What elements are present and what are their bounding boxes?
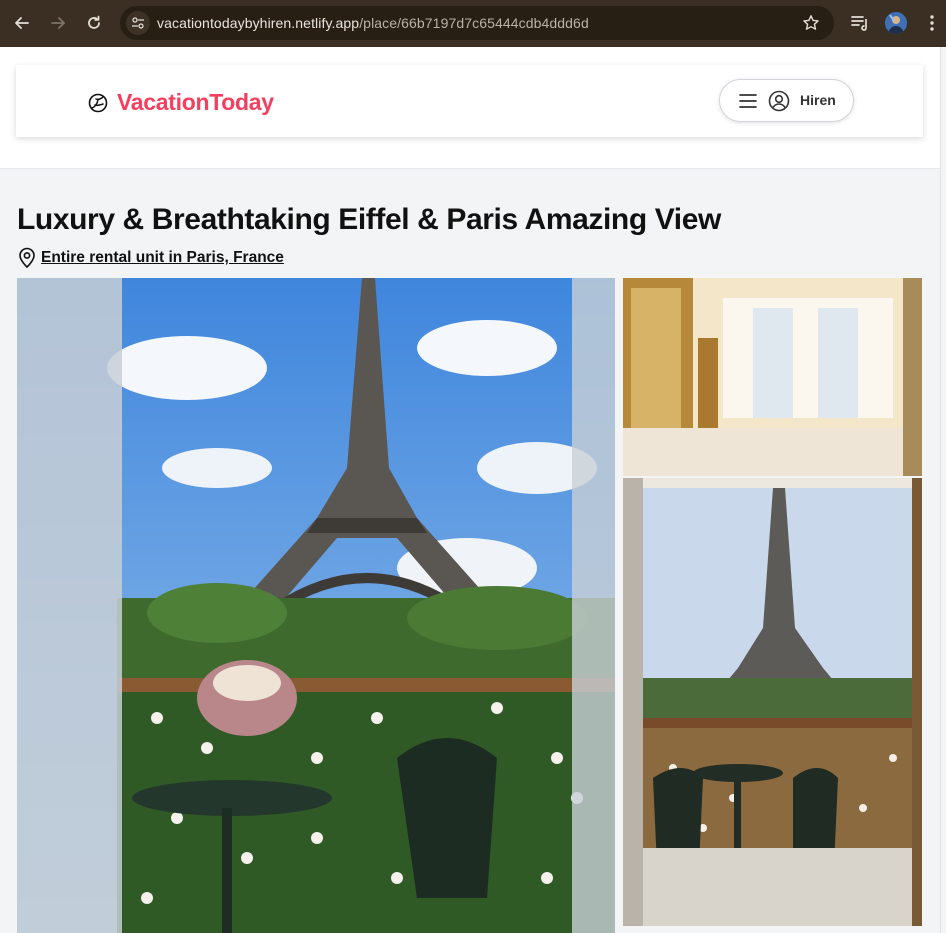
back-icon[interactable] (11, 12, 33, 34)
user-circle-icon (768, 90, 790, 112)
url-path: /place/66b7197d7c65444cdb4ddd6d (359, 15, 589, 31)
address-link[interactable]: Entire rental unit in Paris, France (41, 249, 284, 267)
page-scrollbar[interactable] (940, 47, 946, 933)
leaf-globe-icon (88, 93, 108, 112)
place-address[interactable]: Entire rental unit in Paris, France (17, 247, 284, 269)
page: VacationToday Hiren Luxury & Breathtakin… (0, 47, 940, 933)
browser-menu-icon[interactable] (924, 13, 940, 33)
url-text: vacationtodaybyhiren.netlify.app/place/6… (157, 15, 589, 31)
forward-icon[interactable] (47, 12, 69, 34)
main-photo[interactable] (17, 278, 615, 933)
site-header: VacationToday Hiren (0, 47, 940, 169)
interior-photo[interactable] (623, 278, 922, 476)
brand-logo[interactable]: VacationToday (88, 89, 274, 116)
url-host: vacationtodaybyhiren.netlify.app (157, 15, 360, 31)
browser-toolbar: vacationtodaybyhiren.netlify.app/place/6… (0, 0, 946, 47)
user-menu-button[interactable]: Hiren (719, 79, 854, 122)
reload-icon[interactable] (83, 12, 105, 34)
hamburger-icon (739, 94, 757, 108)
brand-name: VacationToday (117, 89, 274, 115)
profile-avatar[interactable] (885, 12, 907, 34)
place-title: Luxury & Breathtaking Eiffel & Paris Ama… (17, 203, 721, 236)
bookmark-star-icon[interactable] (802, 14, 820, 37)
user-name: Hiren (800, 92, 836, 108)
address-bar[interactable]: vacationtodaybyhiren.netlify.app/place/6… (120, 6, 834, 40)
site-info-icon[interactable] (126, 11, 150, 35)
window-view-photo[interactable] (623, 478, 922, 926)
map-pin-icon (19, 247, 35, 269)
reading-list-icon[interactable] (850, 13, 870, 38)
header-card: VacationToday Hiren (16, 65, 923, 137)
